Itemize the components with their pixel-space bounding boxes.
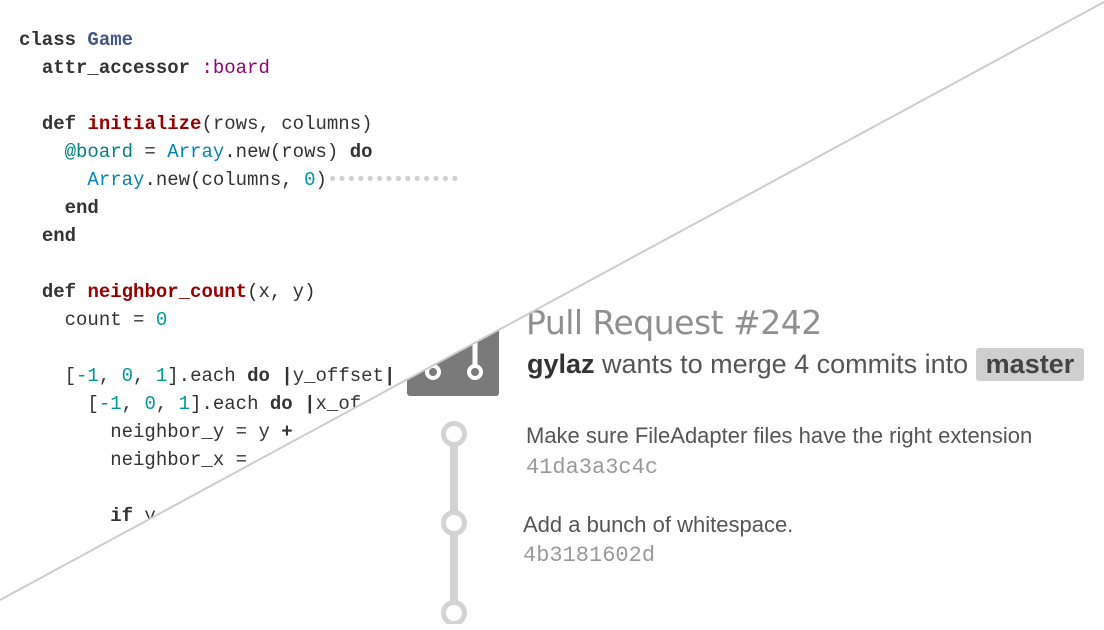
diagonal-divider	[0, 1, 1104, 601]
